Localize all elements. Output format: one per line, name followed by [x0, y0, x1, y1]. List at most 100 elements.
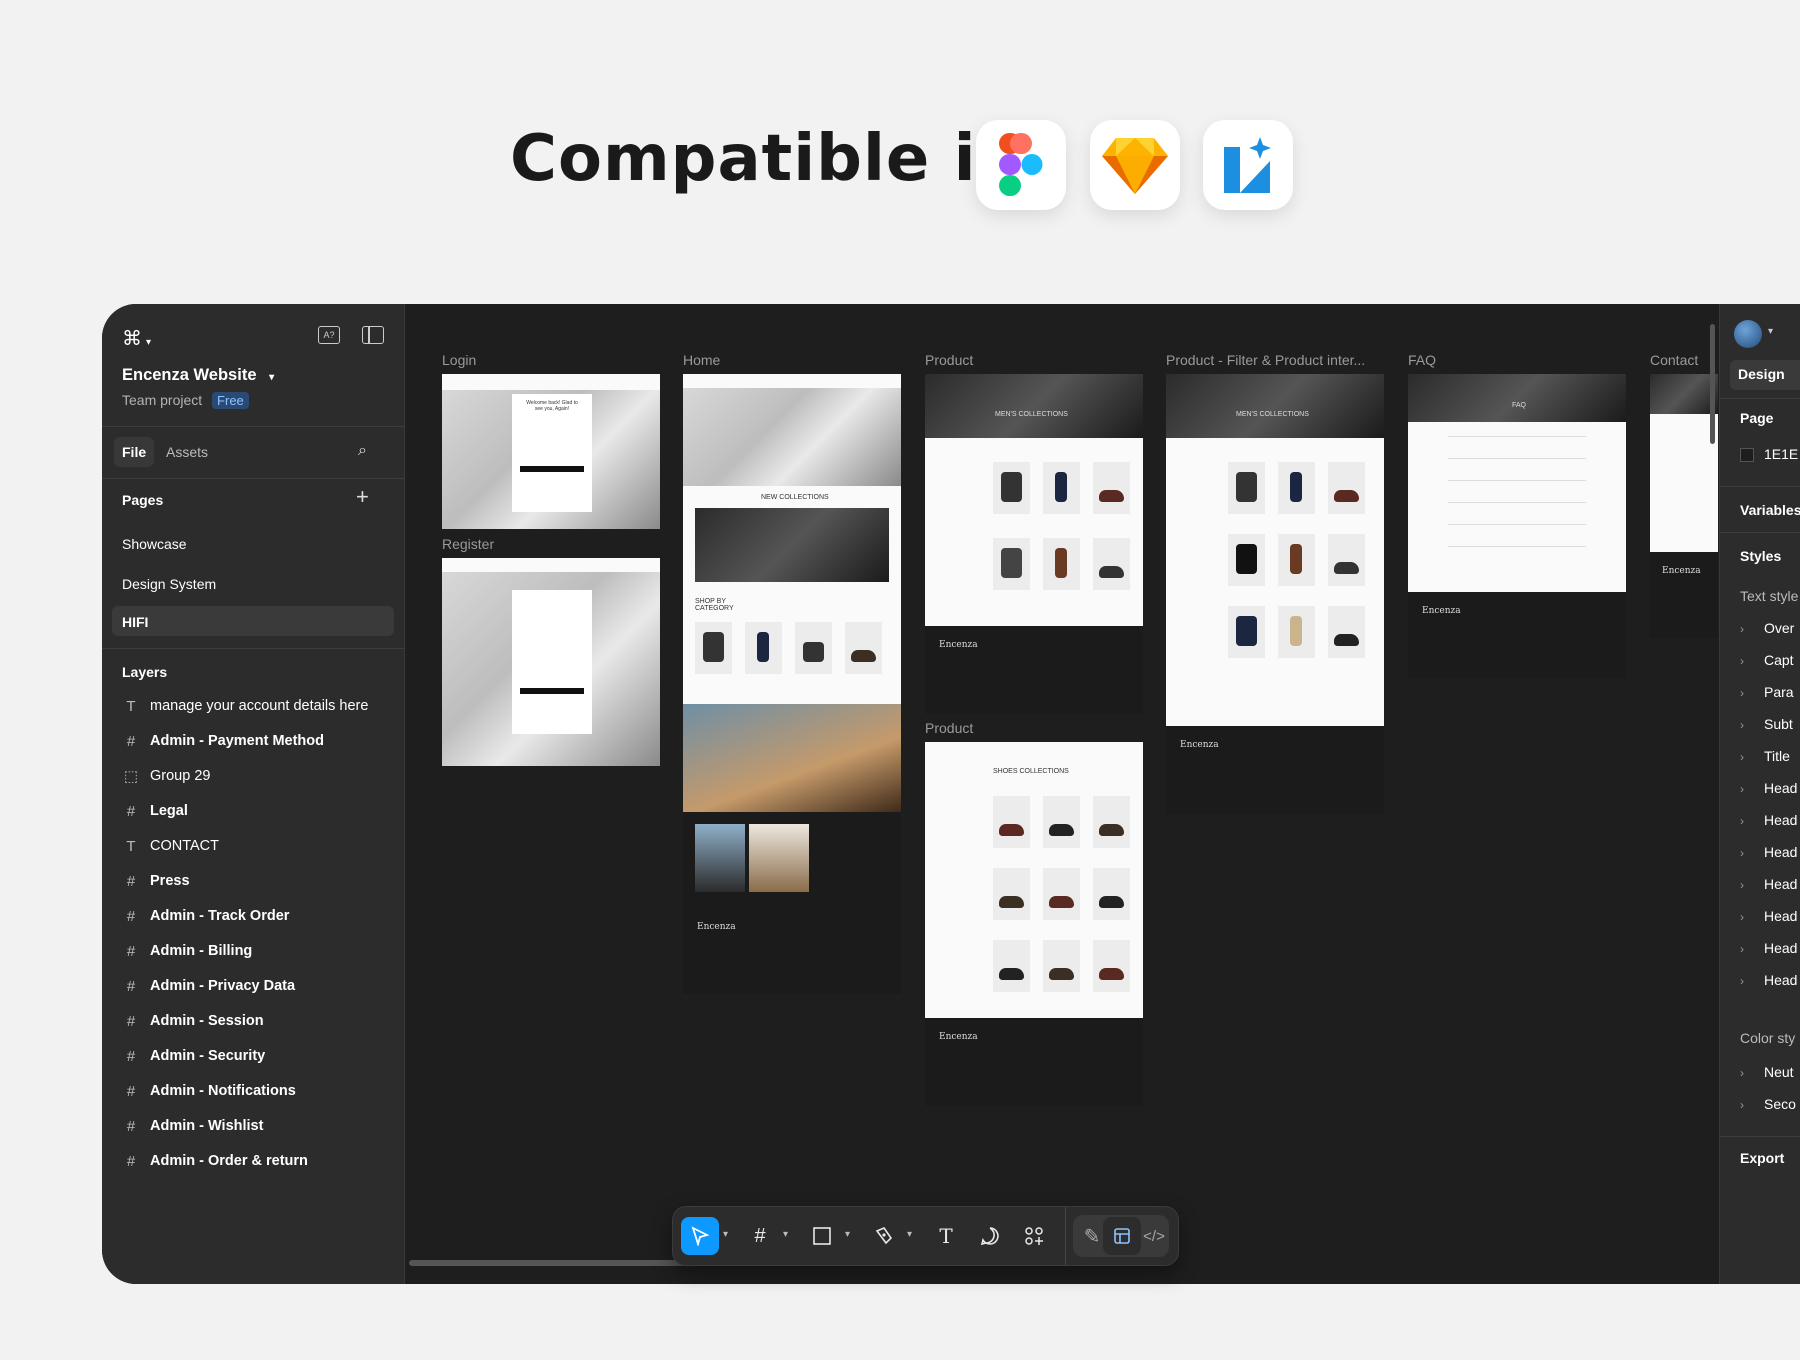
- text-style-item[interactable]: Head: [1764, 780, 1797, 796]
- text-style-item[interactable]: Title: [1764, 748, 1790, 764]
- layer-item[interactable]: # Legal: [122, 801, 188, 821]
- layer-item[interactable]: # Admin - Privacy Data: [122, 976, 295, 996]
- text-style-item[interactable]: Head: [1764, 940, 1797, 956]
- layer-item[interactable]: # Admin - Wishlist: [122, 1116, 264, 1136]
- chevron-right-icon[interactable]: ›: [1740, 622, 1744, 636]
- chevron-right-icon[interactable]: ›: [1740, 718, 1744, 732]
- chevron-right-icon[interactable]: ›: [1740, 750, 1744, 764]
- avatar[interactable]: [1734, 320, 1762, 348]
- chevron-down-icon[interactable]: ▾: [845, 1229, 857, 1243]
- color-style-item[interactable]: Neut: [1764, 1064, 1794, 1080]
- chevron-right-icon[interactable]: ›: [1740, 1098, 1744, 1112]
- frame-title-product-filter[interactable]: Product - Filter & Product inter...: [1166, 352, 1365, 368]
- page-color-swatch[interactable]: [1740, 448, 1754, 462]
- layer-item[interactable]: # Admin - Notifications: [122, 1081, 296, 1101]
- text-style-item[interactable]: Capt: [1764, 652, 1794, 668]
- hero-image: [925, 374, 1143, 438]
- main-menu-icon[interactable]: ⌘ ▾: [122, 326, 151, 351]
- project-name[interactable]: Encenza Website ▾: [122, 366, 384, 385]
- text-style-item[interactable]: Para: [1764, 684, 1794, 700]
- layer-item[interactable]: T CONTACT: [122, 836, 219, 856]
- figma-logo-icon: [999, 133, 1043, 196]
- text-style-item[interactable]: Head: [1764, 876, 1797, 892]
- chevron-right-icon[interactable]: ›: [1740, 974, 1744, 988]
- collections-image: [695, 508, 889, 582]
- chevron-right-icon[interactable]: ›: [1740, 686, 1744, 700]
- pen-tool-icon[interactable]: [865, 1217, 903, 1255]
- rectangle-tool-icon[interactable]: [803, 1217, 841, 1255]
- text-tool-icon[interactable]: T: [927, 1217, 965, 1255]
- color-style-item[interactable]: Seco: [1764, 1096, 1796, 1112]
- frame-title-login[interactable]: Login: [442, 352, 476, 368]
- chevron-right-icon[interactable]: ›: [1740, 1066, 1744, 1080]
- toggle-sidebar-icon[interactable]: [362, 326, 384, 344]
- chevron-down-icon[interactable]: ▾: [723, 1229, 735, 1243]
- export-label[interactable]: Export: [1740, 1150, 1784, 1166]
- page-item-showcase[interactable]: Showcase: [122, 536, 384, 552]
- frame-product-2[interactable]: SHOES COLLECTIONS Encenza: [925, 742, 1143, 1106]
- layer-item[interactable]: # Admin - Billing: [122, 941, 252, 961]
- chevron-right-icon[interactable]: ›: [1740, 878, 1744, 892]
- brand-logo: Encenza: [1422, 606, 1461, 616]
- frame-tool-icon[interactable]: #: [741, 1217, 779, 1255]
- chevron-right-icon[interactable]: ›: [1740, 654, 1744, 668]
- brand-logo: Encenza: [697, 922, 736, 932]
- frame-title-contact[interactable]: Contact: [1650, 352, 1698, 368]
- category-card: [695, 622, 732, 674]
- layer-item[interactable]: Tmanage your account details here: [122, 696, 368, 716]
- frame-title-home[interactable]: Home: [683, 352, 720, 368]
- page-item-design-system[interactable]: Design System: [122, 576, 384, 592]
- frame-contact[interactable]: Encenza: [1650, 374, 1718, 638]
- chevron-right-icon[interactable]: ›: [1740, 910, 1744, 924]
- actions-tool-icon[interactable]: [1015, 1217, 1053, 1255]
- text-style-item[interactable]: Head: [1764, 972, 1797, 988]
- canvas[interactable]: Login Welcome back! Glad to see you, Aga…: [405, 304, 1718, 1284]
- text-style-item[interactable]: Head: [1764, 844, 1797, 860]
- layer-item[interactable]: # Admin - Session: [122, 1011, 264, 1031]
- footer: Encenza: [925, 1018, 1143, 1106]
- tab-assets[interactable]: Assets: [166, 444, 384, 460]
- variables-label[interactable]: Variables: [1740, 502, 1800, 518]
- group-icon: ⬚: [123, 768, 139, 785]
- dev-mode-icon[interactable]: </>: [1135, 1217, 1173, 1255]
- text-style-item[interactable]: Head: [1764, 812, 1797, 828]
- move-tool-icon[interactable]: [681, 1217, 719, 1255]
- product-card: [1093, 462, 1130, 514]
- layer-item[interactable]: # Admin - Payment Method: [122, 731, 324, 751]
- frame-register[interactable]: [442, 558, 660, 766]
- chevron-right-icon[interactable]: ›: [1740, 846, 1744, 860]
- layer-item[interactable]: # Admin - Track Order: [122, 906, 290, 926]
- frame-login[interactable]: Welcome back! Glad to see you, Again!: [442, 374, 660, 529]
- layer-label: Admin - Track Order: [150, 908, 290, 924]
- search-icon[interactable]: ⌕: [358, 442, 367, 460]
- chevron-right-icon[interactable]: ›: [1740, 814, 1744, 828]
- frame-title-register[interactable]: Register: [442, 536, 494, 552]
- chevron-right-icon[interactable]: ›: [1740, 782, 1744, 796]
- text-style-item[interactable]: Over: [1764, 620, 1794, 636]
- comment-tool-icon[interactable]: [971, 1217, 1009, 1255]
- frame-icon: #: [126, 907, 136, 925]
- text-style-item[interactable]: Head: [1764, 908, 1797, 924]
- frame-title-product[interactable]: Product: [925, 352, 973, 368]
- ai-icon[interactable]: A?: [318, 326, 340, 344]
- chevron-down-icon[interactable]: ▾: [907, 1229, 919, 1243]
- layer-item[interactable]: ⬚ Group 29: [122, 766, 211, 786]
- chevron-down-icon[interactable]: ▾: [783, 1229, 795, 1243]
- frame-faq[interactable]: FAQ Encenza: [1408, 374, 1626, 678]
- frame-title-product-2[interactable]: Product: [925, 720, 973, 736]
- layer-item[interactable]: # Press: [122, 871, 190, 891]
- layer-item[interactable]: # Admin - Security: [122, 1046, 265, 1066]
- vertical-scrollbar[interactable]: [1710, 324, 1715, 444]
- frame-product[interactable]: MEN'S COLLECTIONS Encenza: [925, 374, 1143, 714]
- layer-item[interactable]: # Admin - Order & return: [122, 1151, 308, 1171]
- frame-product-filter[interactable]: MEN'S COLLECTIONS Encenza: [1166, 374, 1384, 814]
- add-page-icon[interactable]: +: [356, 484, 369, 510]
- chevron-right-icon[interactable]: ›: [1740, 942, 1744, 956]
- brand-logo: Encenza: [939, 640, 978, 650]
- frame-title-faq[interactable]: FAQ: [1408, 352, 1436, 368]
- page-color-value[interactable]: 1E1E: [1764, 446, 1798, 462]
- product-card: [1328, 534, 1365, 586]
- text-style-item[interactable]: Subt: [1764, 716, 1793, 732]
- product-card: [1093, 940, 1130, 992]
- frame-home[interactable]: NEW COLLECTIONS SHOP BY CATEGORY Encenza: [683, 374, 901, 994]
